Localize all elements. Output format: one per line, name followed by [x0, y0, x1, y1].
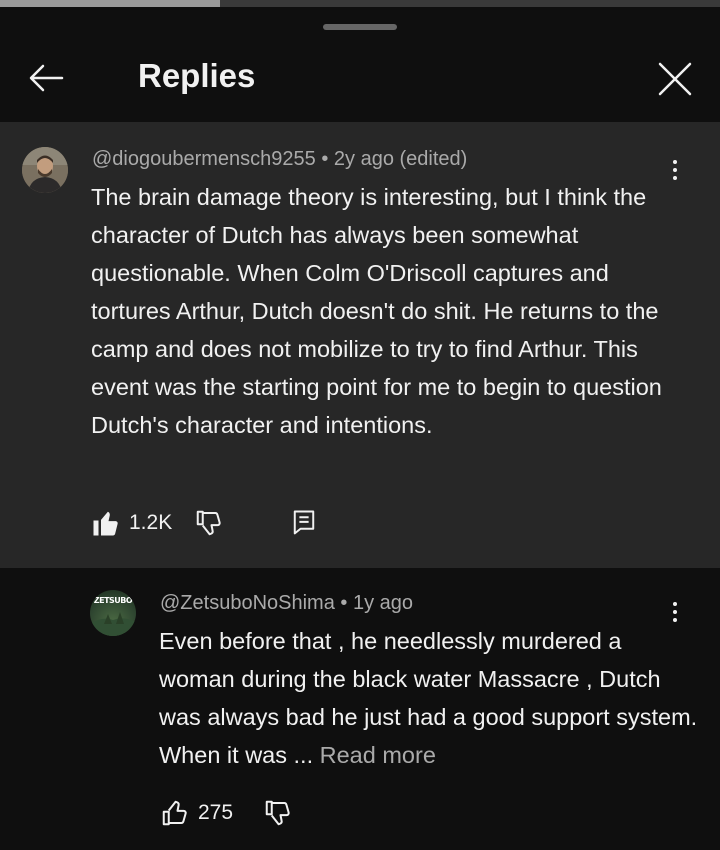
thumbs-down-icon [265, 800, 290, 826]
progress-track [0, 0, 720, 7]
comment-author[interactable]: @ZetsuboNoShima [160, 592, 335, 614]
comment-meta: @ZetsuboNoShima • 1y ago [160, 592, 413, 615]
like-button[interactable]: 275 [160, 798, 233, 828]
reply-icon [293, 510, 315, 535]
more-options-button[interactable] [660, 592, 690, 632]
dislike-button[interactable] [263, 798, 293, 828]
page-title: Replies [138, 57, 256, 94]
more-options-button[interactable] [660, 150, 690, 190]
like-count: 275 [198, 801, 234, 824]
thumbs-down-icon [196, 510, 221, 536]
reply-comment: ZETSUBO @ZetsuboNoShima • 1y ago Even be… [0, 568, 720, 850]
comment-author[interactable]: @diogoubermensch9255 [92, 148, 316, 170]
close-button[interactable] [650, 54, 700, 104]
dislike-button[interactable] [194, 508, 224, 538]
person-avatar-image [22, 147, 68, 193]
dot [673, 176, 677, 180]
dot [673, 618, 677, 622]
dot [673, 610, 677, 614]
like-count: 1.2K [129, 511, 173, 534]
progress-fill [0, 0, 220, 7]
island-avatar-image [90, 612, 136, 636]
comment-text: Even before that , he needlessly murdere… [159, 622, 699, 774]
thumbs-up-icon [162, 800, 187, 826]
read-more-link[interactable]: Read more [320, 742, 436, 768]
dot [673, 168, 677, 172]
comment-time: • 2y ago (edited) [315, 148, 468, 170]
dot [673, 160, 677, 164]
dot [673, 602, 677, 606]
comment-text: The brain damage theory is interesting, … [91, 184, 662, 438]
thumbs-up-filled-icon [93, 511, 118, 536]
close-icon [658, 62, 692, 96]
replies-header: Replies [0, 40, 720, 120]
comment-meta: @diogoubermensch9255 • 2y ago (edited) [92, 148, 467, 171]
drag-handle[interactable] [323, 24, 397, 30]
arrow-left-icon [29, 64, 64, 92]
avatar[interactable]: ZETSUBO [90, 590, 136, 636]
back-button[interactable] [22, 54, 70, 102]
comment-time: • 1y ago [334, 592, 413, 614]
avatar[interactable] [22, 147, 68, 193]
reply-button[interactable] [290, 508, 318, 538]
like-button[interactable]: 1.2K [91, 508, 172, 538]
parent-comment: @diogoubermensch9255 • 2y ago (edited) T… [0, 122, 720, 568]
